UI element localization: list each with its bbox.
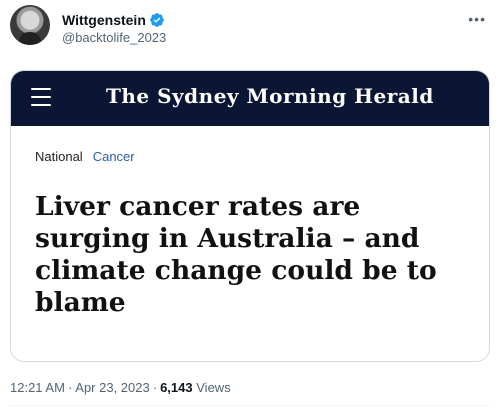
article-card[interactable]: The Sydney Morning Herald National Cance… bbox=[10, 70, 490, 362]
tweet-date[interactable]: Apr 23, 2023 bbox=[75, 380, 149, 395]
verified-badge-icon bbox=[150, 13, 164, 27]
avatar[interactable] bbox=[10, 5, 50, 45]
article-headline[interactable]: Liver cancer rates are surging in Austra… bbox=[35, 191, 475, 319]
views-count: 6,143 bbox=[160, 380, 193, 395]
more-horizontal-icon[interactable]: ••• bbox=[468, 11, 486, 27]
breadcrumb: National Cancer bbox=[35, 149, 135, 164]
views-label: Views bbox=[196, 380, 231, 395]
user-handle[interactable]: @backtolife_2023 bbox=[62, 30, 166, 45]
hamburger-menu-icon[interactable] bbox=[31, 88, 51, 108]
tweet-header: Wittgenstein @backtolife_2023 ••• bbox=[10, 5, 490, 53]
divider bbox=[10, 405, 490, 406]
separator-dot: · bbox=[67, 380, 73, 395]
display-name-row: Wittgenstein bbox=[62, 11, 165, 29]
masthead: The Sydney Morning Herald bbox=[11, 71, 489, 126]
breadcrumb-topic[interactable]: Cancer bbox=[93, 149, 135, 164]
tweet-time[interactable]: 12:21 AM bbox=[10, 380, 65, 395]
masthead-title: The Sydney Morning Herald bbox=[106, 84, 434, 108]
tweet-meta: 12:21 AM · Apr 23, 2023 · 6,143 Views bbox=[10, 380, 231, 395]
display-name[interactable]: Wittgenstein bbox=[62, 12, 146, 28]
breadcrumb-section[interactable]: National bbox=[35, 149, 83, 164]
separator-dot: · bbox=[152, 380, 158, 395]
